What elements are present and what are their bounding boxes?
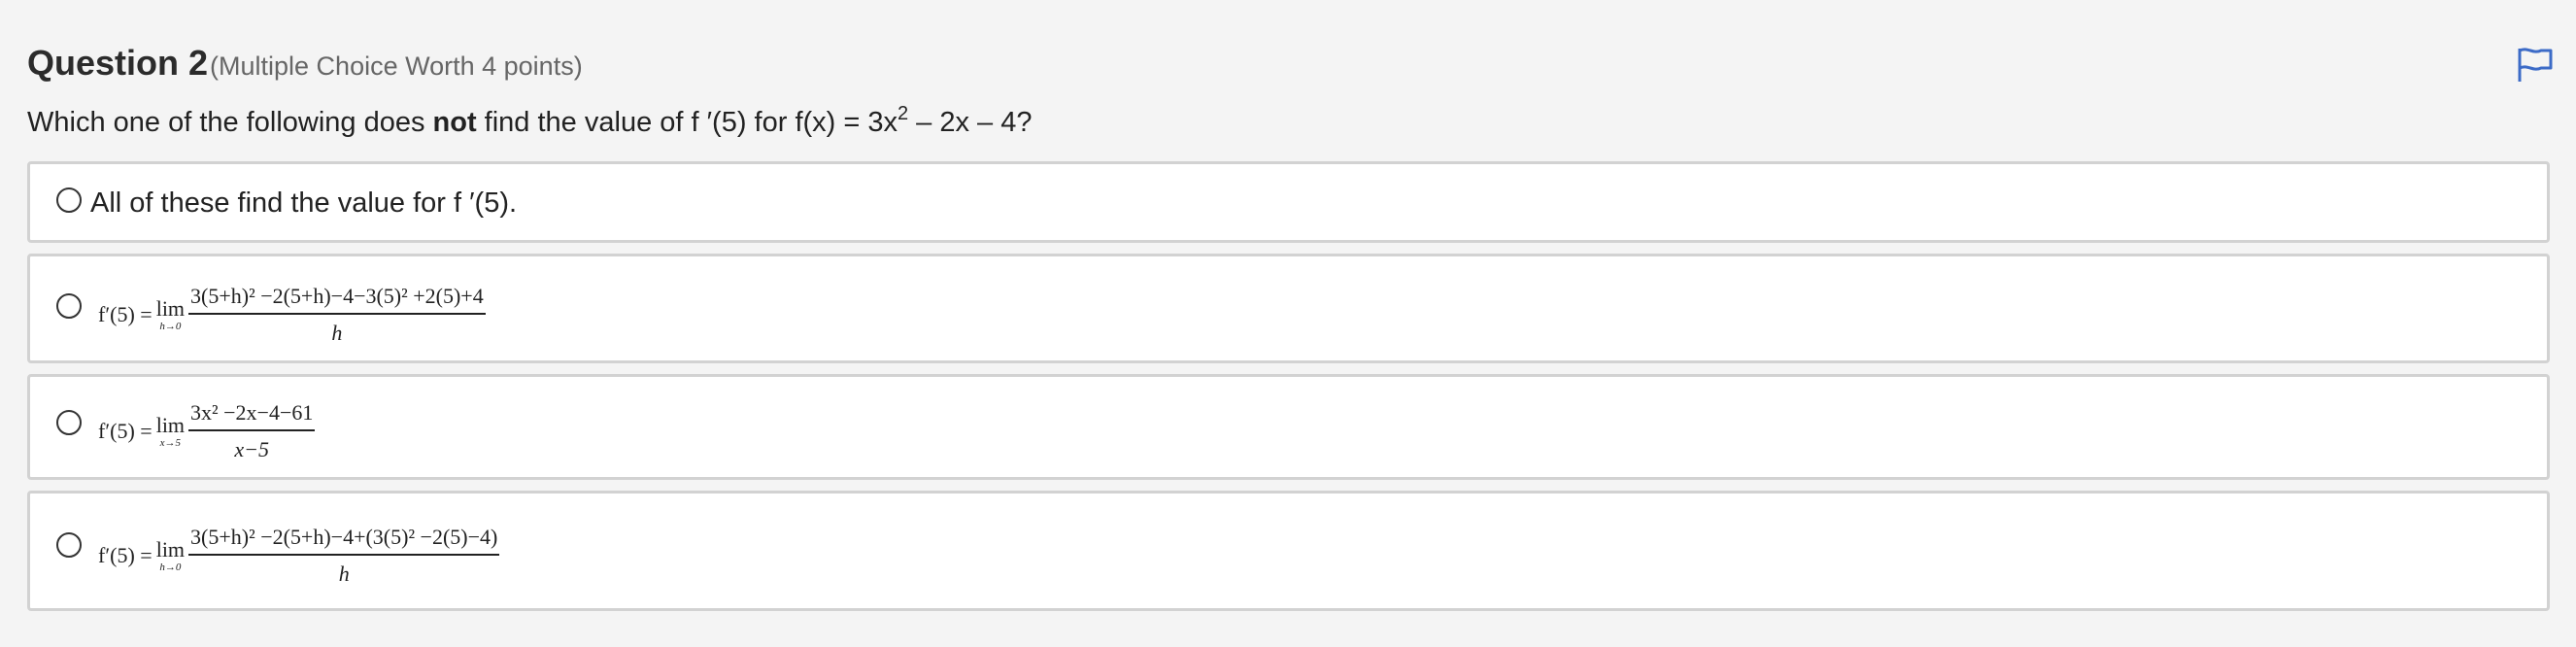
prompt-text-middle: find the value of f ′(5) for f(x) = 3x [476,107,898,138]
answer-option-4[interactable]: f′(5) = lim h→0 3(5+h)² −2(5+h)−4+(3(5)²… [27,491,2550,611]
formula: f′(5) = lim x→5 3x² −2x−4−61 x−5 [98,400,316,462]
limit: lim x→5 [155,412,186,449]
flag-icon[interactable] [2516,47,2555,84]
prompt-emphasis: not [432,107,477,138]
question-prompt: Which one of the following does not find… [27,103,1033,139]
radio-button[interactable] [56,187,82,213]
denominator: h [331,321,343,345]
formula-lhs: f′(5) = [98,419,153,443]
prompt-text-start: Which one of the following does [27,107,433,138]
limit-word: lim [155,536,186,562]
limit-word: lim [155,295,186,321]
formula-lhs: f′(5) = [98,302,153,326]
fraction: 3x² −2x−4−61 x−5 [188,400,316,462]
numerator: 3(5+h)² −2(5+h)−4−3(5)² +2(5)+4 [188,284,486,315]
limit-word: lim [155,412,186,437]
limit-subscript: h→0 [159,320,182,332]
option-text: All of these find the value for f ′(5). [90,187,518,219]
formula-lhs: f′(5) = [98,543,153,567]
limit: lim h→0 [155,295,186,332]
question-title: Question 2 [27,43,209,83]
question-header: Question 2 (Multiple Choice Worth 4 poin… [27,43,583,84]
radio-button[interactable] [56,410,82,435]
radio-button[interactable] [56,532,82,558]
fraction: 3(5+h)² −2(5+h)−4−3(5)² +2(5)+4 h [188,284,486,346]
answer-option-1[interactable]: All of these find the value for f ′(5). [27,161,2550,243]
limit: lim h→0 [155,536,186,573]
limit-subscript: h→0 [159,561,182,573]
answer-option-3[interactable]: f′(5) = lim x→5 3x² −2x−4−61 x−5 [27,374,2550,480]
prompt-exponent: 2 [898,103,909,124]
numerator: 3x² −2x−4−61 [188,400,316,431]
denominator: x−5 [234,437,270,461]
limit-subscript: x→5 [159,436,182,449]
radio-button[interactable] [56,293,82,319]
fraction: 3(5+h)² −2(5+h)−4+(3(5)² −2(5)−4) h [188,525,500,587]
numerator: 3(5+h)² −2(5+h)−4+(3(5)² −2(5)−4) [188,525,500,556]
prompt-text-end: – 2x – 4? [908,107,1033,138]
formula: f′(5) = lim h→0 3(5+h)² −2(5+h)−4−3(5)² … [98,284,486,346]
answer-option-2[interactable]: f′(5) = lim h→0 3(5+h)² −2(5+h)−4−3(5)² … [27,254,2550,363]
denominator: h [338,562,350,586]
formula: f′(5) = lim h→0 3(5+h)² −2(5+h)−4+(3(5)²… [98,525,500,587]
question-worth: (Multiple Choice Worth 4 points) [210,51,583,81]
